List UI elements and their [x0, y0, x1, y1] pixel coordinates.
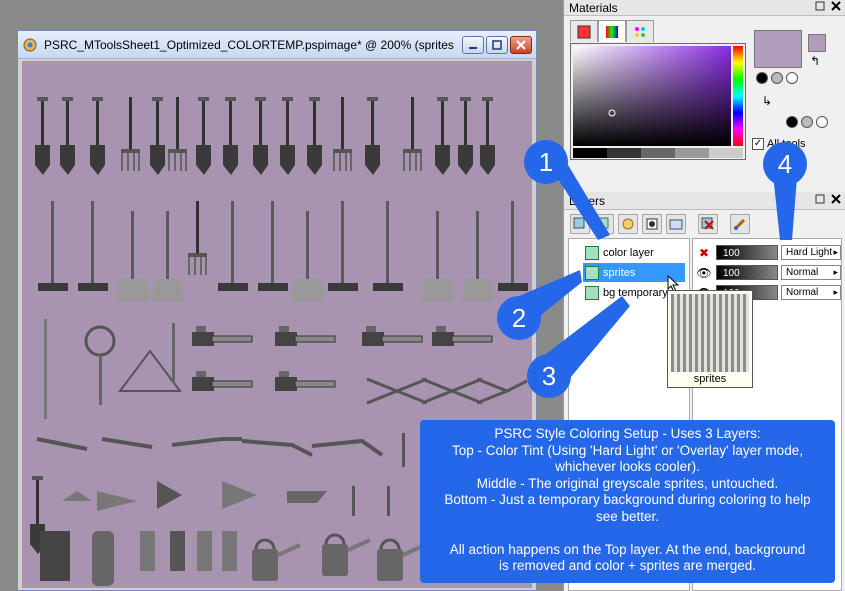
layer-props-sprites: 👁 100 Normal	[695, 263, 841, 282]
visibility-eye-icon[interactable]: 👁	[695, 266, 713, 280]
mask-icon	[646, 218, 658, 230]
note-line: All action happens on the Top layer. At …	[449, 541, 806, 557]
picker-cursor-icon	[608, 109, 616, 117]
background-swatch[interactable]	[808, 34, 826, 52]
layers-toolbar	[570, 214, 750, 234]
note-line: Top - Color Tint (Using 'Hard Light' or …	[452, 442, 803, 458]
blend-mode-dropdown[interactable]: Normal	[781, 265, 841, 280]
gradient-icon[interactable]	[801, 116, 813, 128]
rainbow-icon	[606, 25, 618, 38]
layers-title: Layers	[569, 193, 606, 208]
callout-number-3: 3	[541, 361, 557, 391]
maximize-button[interactable]	[486, 35, 508, 54]
delete-layer-button[interactable]	[698, 214, 718, 234]
new-layer-icon	[573, 217, 585, 229]
new-adjustment-layer-button[interactable]	[618, 214, 638, 234]
swap-styles-icon[interactable]: ↳	[762, 94, 772, 108]
note-line: PSRC Style Coloring Setup - Uses 3 Layer…	[494, 426, 761, 441]
raster-layer-icon	[585, 285, 599, 300]
blend-mode-dropdown[interactable]: Normal	[781, 285, 841, 300]
layers-titlebar[interactable]: Layers	[564, 192, 845, 210]
materials-close-button[interactable]	[829, 1, 843, 14]
color-picker[interactable]	[570, 43, 746, 160]
note-line: see better.	[595, 508, 660, 524]
layers-close-button[interactable]	[829, 194, 843, 207]
tab-rainbow[interactable]	[598, 20, 626, 42]
layer-name: color layer	[603, 246, 654, 259]
note-line: is removed and color + sprites are merge…	[499, 558, 756, 574]
layer-name: sprites	[603, 266, 636, 279]
solid-color-icon[interactable]	[756, 72, 768, 84]
new-mask-layer-button[interactable]	[642, 214, 662, 234]
note-line: Middle - The original greyscale sprites,…	[476, 475, 779, 491]
brush-icon	[733, 218, 746, 231]
layer-thumbnail	[671, 294, 749, 372]
coloring-setup-note: PSRC Style Coloring Setup - Uses 3 Layer…	[420, 420, 835, 583]
visibility-hidden-icon[interactable]: ✖	[695, 246, 713, 260]
psp-document-icon	[23, 38, 37, 51]
materials-titlebar[interactable]: Materials	[564, 0, 845, 16]
foreground-swatch[interactable]	[754, 30, 802, 68]
opacity-slider[interactable]: 100	[716, 245, 778, 260]
close-button[interactable]	[510, 35, 532, 54]
opacity-slider[interactable]: 100	[716, 265, 778, 280]
image-window-titlebar[interactable]: PSRC_MToolsSheet1_Optimized_COLORTEMP.ps…	[18, 31, 536, 59]
new-group-button[interactable]	[666, 214, 686, 234]
restore-icon	[815, 194, 825, 204]
callout-number-2: 2	[511, 303, 527, 333]
edit-selection-button[interactable]	[730, 214, 750, 234]
group-icon	[669, 219, 683, 230]
materials-tabs	[570, 20, 654, 42]
close-icon	[516, 39, 526, 50]
null-icon[interactable]	[786, 72, 798, 84]
minimize-icon	[469, 46, 477, 49]
layer-name: bg temporary	[603, 286, 668, 299]
adjustment-layer-icon	[622, 218, 634, 230]
raster-layer-icon	[585, 245, 599, 260]
hue-bar[interactable]	[733, 46, 743, 146]
maximize-icon	[492, 39, 502, 50]
delete-layer-icon	[701, 217, 714, 230]
swatches-icon	[635, 26, 645, 37]
image-window-title: PSRC_MToolsSheet1_Optimized_COLORTEMP.ps…	[44, 37, 454, 52]
solid-color-icon[interactable]	[786, 116, 798, 128]
note-spacer	[428, 526, 827, 542]
callout-number-1: 1	[538, 147, 554, 177]
gradient-icon[interactable]	[771, 72, 783, 84]
null-icon[interactable]	[816, 116, 828, 128]
tab-frame-color[interactable]	[570, 20, 598, 42]
vector-layer-icon	[597, 217, 609, 229]
greyscale-strip[interactable]	[573, 148, 743, 158]
layer-row-color-layer[interactable]: color layer	[583, 243, 685, 262]
close-icon	[831, 194, 841, 204]
callout-number-4: 4	[777, 149, 793, 179]
note-line: Bottom - Just a temporary background dur…	[444, 492, 811, 508]
thumbnail-label: sprites	[693, 373, 727, 385]
raster-layer-icon	[585, 265, 599, 280]
blend-mode-dropdown[interactable]: Hard Light	[781, 245, 841, 260]
minimize-button[interactable]	[462, 35, 484, 54]
background-style-buttons	[786, 116, 828, 128]
new-vector-layer-button[interactable]	[594, 214, 614, 234]
materials-title: Materials	[569, 0, 618, 15]
foreground-style-buttons	[756, 72, 798, 84]
frame-color-icon	[577, 25, 591, 38]
close-icon	[831, 1, 841, 11]
layer-thumbnail-tooltip: sprites	[667, 290, 753, 388]
materials-restore-button[interactable]	[813, 1, 827, 14]
new-raster-layer-button[interactable]	[570, 214, 590, 234]
note-line: whichever looks cooler).	[555, 459, 700, 475]
restore-icon	[815, 1, 825, 11]
tab-swatches[interactable]	[626, 20, 654, 42]
saturation-value-field[interactable]	[573, 46, 731, 146]
layer-props-color-layer: ✖ 100 Hard Light	[695, 243, 841, 262]
layers-restore-button[interactable]	[813, 194, 827, 207]
swap-colors-icon[interactable]: ↰	[810, 54, 820, 68]
